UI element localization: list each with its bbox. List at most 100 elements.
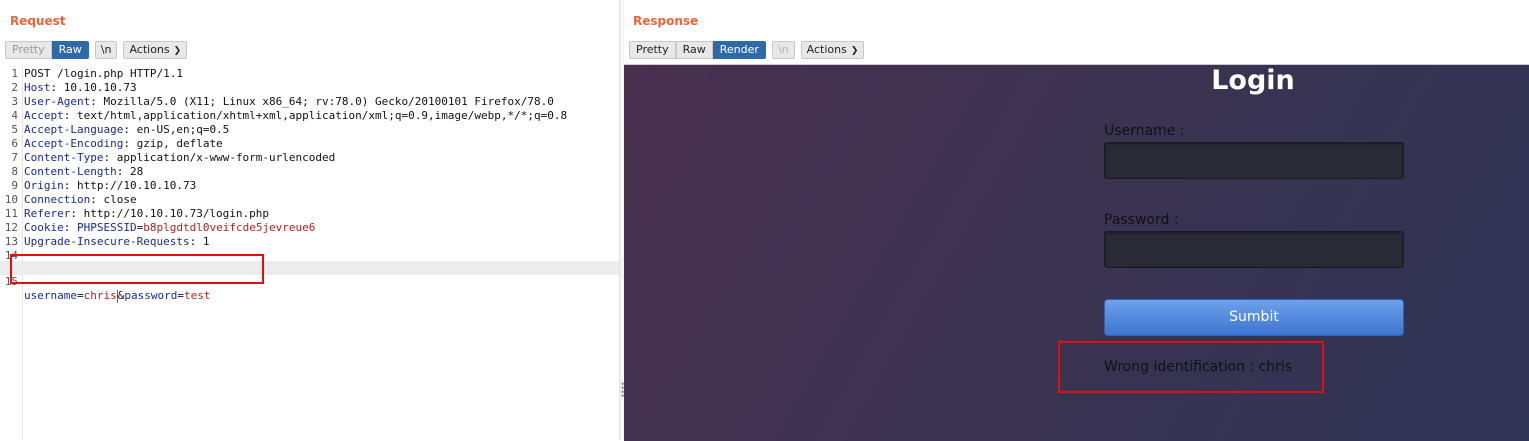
request-line-text: POST /login.php HTTP/1.1 — [24, 67, 183, 80]
request-raw-tab[interactable]: Raw — [51, 41, 89, 59]
response-raw-tab[interactable]: Raw — [675, 41, 713, 59]
header-line: Content-Type: application/x-www-form-url… — [24, 151, 336, 164]
header-line: User-Agent: Mozilla/5.0 (X11; Linux x86_… — [24, 95, 554, 108]
line-number: 3 — [11, 95, 18, 108]
request-editor[interactable]: 1 POST /login.php HTTP/1.1 2 Host: 10.10.10… — [0, 64, 619, 440]
username-input[interactable] — [1104, 142, 1404, 179]
request-toolbar: Pretty Raw \n Actions ❯ — [5, 41, 188, 59]
header-name: Accept — [24, 109, 64, 122]
line-number: 4 — [11, 109, 18, 122]
line-number: 1 — [11, 67, 18, 80]
param-username-key: username — [24, 289, 77, 302]
request-line[interactable]: 3 User-Agent: Mozilla/5.0 (X11; Linux x86… — [0, 95, 619, 109]
line-number: 8 — [11, 165, 18, 178]
header-line: Accept-Language: en-US,en;q=0.5 — [24, 123, 230, 136]
header-line: Accept-Encoding: gzip, deflate — [24, 137, 223, 150]
line-number: 12 — [4, 221, 18, 234]
header-name: User-Agent — [24, 95, 91, 108]
request-line[interactable]: 8 Content-Length: 28 — [0, 165, 619, 179]
header-value: http://10.10.10.73/login.php — [76, 207, 270, 220]
line-number: 11 — [4, 207, 18, 220]
line-number: 7 — [11, 151, 18, 164]
header-name: Referer — [24, 207, 71, 220]
header-name: Host — [24, 81, 51, 94]
request-line[interactable]: 11 Referer: http://10.10.10.73/login.php — [0, 207, 619, 221]
response-toolbar: Pretty Raw Render \n Actions ❯ — [629, 41, 865, 59]
chevron-down-icon: ❯ — [850, 46, 859, 56]
param-password-key: password — [124, 289, 178, 302]
response-render-tab[interactable]: Render — [712, 41, 766, 59]
response-pretty-tab[interactable]: Pretty — [629, 41, 676, 59]
line-number: 5 — [11, 123, 18, 136]
request-line[interactable]: 6 Accept-Encoding: gzip, deflate — [0, 137, 619, 151]
rendered-page: Login Username : Password : Sumbit Wrong… — [624, 64, 1529, 441]
request-line[interactable]: 1 POST /login.php HTTP/1.1 — [0, 67, 619, 81]
header-name: Accept-Encoding — [24, 137, 124, 150]
header-line: Referer: http://10.10.10.73/login.php — [24, 207, 270, 220]
response-actions-label: Actions — [806, 43, 847, 56]
response-actions-dropdown[interactable]: Actions ❯ — [800, 41, 865, 59]
header-line: Cookie: PHPSESSID=b8plgdtdl0veifcde5jevr… — [24, 221, 316, 234]
request-line[interactable]: 9 Origin: http://10.10.10.73 — [0, 179, 619, 193]
header-name: Content-Type — [24, 151, 104, 164]
request-newline-toggle[interactable]: \n — [94, 41, 118, 59]
header-line: Host: 10.10.10.73 — [24, 81, 137, 94]
request-line[interactable]: 2 Host: 10.10.10.73 — [0, 81, 619, 95]
request-title: Request — [10, 14, 66, 28]
header-value: 10.10.10.73 — [57, 81, 137, 94]
password-label: Password : — [1104, 212, 1179, 228]
line-number: 10 — [4, 193, 18, 206]
line-number: 13 — [4, 235, 18, 248]
header-line: Upgrade-Insecure-Requests: 1 — [24, 235, 210, 248]
request-line[interactable]: 4 Accept: text/html,application/xhtml+xml… — [0, 109, 619, 123]
header-value: Mozilla/5.0 (X11; Linux x86_64; rv:78.0)… — [96, 95, 554, 108]
header-name: Upgrade-Insecure-Requests — [24, 235, 190, 248]
request-line[interactable]: 13 Upgrade-Insecure-Requests: 1 — [0, 235, 619, 249]
header-name: Cookie — [24, 221, 64, 234]
response-newline-toggle[interactable]: \n — [771, 41, 795, 59]
submit-button[interactable]: Sumbit — [1104, 299, 1404, 336]
header-value: en-US,en;q=0.5 — [129, 123, 230, 136]
request-pane: Request Pretty Raw \n Actions ❯ 1 POST /lo… — [0, 0, 619, 440]
header-name: Accept-Language — [24, 123, 124, 136]
param-username-value: chris — [83, 289, 117, 302]
header-name: Connection — [24, 193, 91, 206]
line-number: 6 — [11, 137, 18, 150]
password-input[interactable] — [1104, 231, 1404, 268]
drag-handle-icon[interactable]: • • • • — [620, 381, 625, 402]
header-line: Content-Length: 28 — [24, 165, 144, 178]
request-line[interactable]: 10 Connection: close — [0, 193, 619, 207]
request-body: username=chris&password=test — [24, 289, 211, 303]
response-title: Response — [633, 14, 699, 28]
request-pretty-tab[interactable]: Pretty — [5, 41, 52, 59]
header-line: Connection: close — [24, 193, 137, 206]
header-name: Origin — [24, 179, 64, 192]
request-actions-dropdown[interactable]: Actions ❯ — [123, 41, 188, 59]
header-value: text/html,application/xhtml+xml,applicat… — [70, 109, 568, 122]
username-label: Username : — [1104, 123, 1185, 139]
line-number: 2 — [11, 81, 18, 94]
request-line[interactable]: 12 Cookie: PHPSESSID=b8plgdtdl0veifcde5je… — [0, 221, 619, 235]
highlight-box-error-message — [1058, 341, 1324, 393]
highlight-box-request-body — [10, 254, 264, 284]
header-line: Accept: text/html,application/xhtml+xml,… — [24, 109, 568, 122]
chevron-down-icon: ❯ — [173, 46, 182, 56]
response-pane: Response Pretty Raw Render \n Actions ❯ L… — [624, 0, 1529, 441]
param-password-value: test — [183, 289, 211, 302]
line-number: 9 — [11, 179, 18, 192]
header-value: 1 — [196, 235, 210, 248]
request-actions-label: Actions — [129, 43, 170, 56]
request-line[interactable]: 5 Accept-Language: en-US,en;q=0.5 — [0, 123, 619, 137]
header-value: 28 — [123, 165, 144, 178]
header-value: gzip, deflate — [129, 137, 223, 150]
header-value: application/x-www-form-urlencoded — [110, 151, 336, 164]
request-line[interactable]: 7 Content-Type: application/x-www-form-ur… — [0, 151, 619, 165]
cookie-value: b8plgdtdl0veifcde5jevreue6 — [143, 221, 316, 234]
header-line: Origin: http://10.10.10.73 — [24, 179, 197, 192]
text-cursor — [116, 289, 118, 303]
login-heading: Login — [1211, 65, 1295, 96]
header-value: close — [96, 193, 137, 206]
header-value: http://10.10.10.73 — [70, 179, 197, 192]
cookie-name: PHPSESSID — [77, 221, 137, 234]
header-name: Content-Length — [24, 165, 117, 178]
